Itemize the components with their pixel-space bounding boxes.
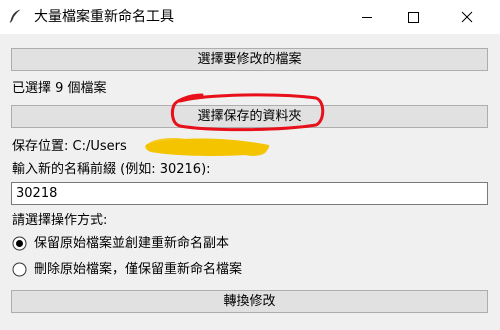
client-area: 選擇要修改的檔案 已選擇 9 個檔案 選擇保存的資料夾 保存位置: C:/Use… — [0, 34, 500, 330]
operation-label: 請選擇操作方式: — [12, 213, 108, 228]
title-bar[interactable]: 大量檔案重新命名工具 — [0, 0, 500, 34]
feather-icon — [8, 8, 23, 23]
radio-unselected-icon[interactable] — [12, 262, 27, 277]
minimize-button[interactable] — [344, 0, 390, 34]
rename-tool-window: 大量檔案重新命名工具 選擇要修改的檔案 已選擇 9 個檔案 選擇保存的資料夾 保… — [0, 0, 500, 330]
yellow-redaction-mark — [145, 138, 270, 156]
option-keep-original-label: 保留原始檔案並創建重新命名副本 — [34, 236, 230, 251]
window-title: 大量檔案重新命名工具 — [34, 9, 174, 25]
prefix-label: 輸入新的名稱前綴 (例如: 30216): — [12, 162, 211, 177]
convert-button[interactable]: 轉換修改 — [11, 290, 488, 313]
radio-selected-icon[interactable] — [12, 236, 27, 251]
maximize-icon — [408, 12, 419, 23]
close-icon — [461, 11, 473, 23]
save-location-label: 保存位置: C:/Users — [12, 139, 127, 154]
close-button[interactable] — [444, 0, 490, 34]
maximize-button[interactable] — [390, 0, 436, 34]
option-delete-original-label: 刪除原始檔案，僅保留重新命名檔案 — [34, 262, 243, 277]
prefix-input[interactable]: 30218 — [11, 182, 488, 205]
select-files-button[interactable]: 選擇要修改的檔案 — [11, 48, 488, 71]
minimize-icon — [362, 17, 372, 18]
selected-count-label: 已選擇 9 個檔案 — [12, 81, 107, 96]
red-annotation-circle — [170, 93, 325, 132]
